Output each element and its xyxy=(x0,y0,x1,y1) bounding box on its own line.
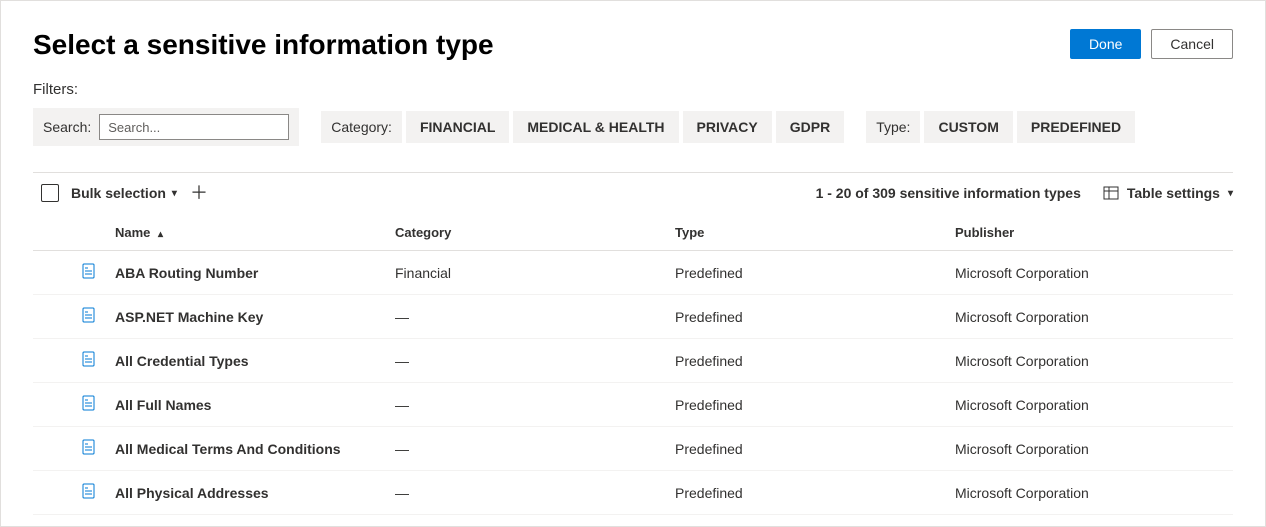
chevron-down-icon: ▾ xyxy=(1228,188,1233,199)
row-type: Predefined xyxy=(667,251,947,295)
row-name: All Credential Types xyxy=(107,339,387,383)
type-label: Type: xyxy=(866,111,920,143)
row-category: — xyxy=(387,427,667,471)
type-pills: CUSTOM PREDEFINED xyxy=(924,111,1135,143)
page-title: Select a sensitive information type xyxy=(33,29,494,61)
col-header-name[interactable]: Name ▴ xyxy=(107,215,387,251)
row-publisher: Microsoft Corporation xyxy=(947,383,1233,427)
pagination-count: 1 - 20 of 309 sensitive information type… xyxy=(816,185,1081,201)
bulk-selection-label: Bulk selection xyxy=(71,185,166,201)
filters-section: Filters: Search: Category: FINANCIAL MED… xyxy=(1,81,1265,160)
document-icon xyxy=(81,351,97,367)
table-row[interactable]: All Medical Terms And Conditions—Predefi… xyxy=(33,427,1233,471)
row-category: — xyxy=(387,295,667,339)
row-publisher: Microsoft Corporation xyxy=(947,251,1233,295)
category-label: Category: xyxy=(321,111,402,143)
row-name: All Medical Terms And Conditions xyxy=(107,427,387,471)
table-row[interactable]: ASP.NET Machine Key—PredefinedMicrosoft … xyxy=(33,295,1233,339)
filter-search-group: Search: xyxy=(33,108,299,146)
row-select-cell[interactable] xyxy=(33,339,73,383)
category-pill-medical[interactable]: MEDICAL & HEALTH xyxy=(513,111,678,143)
row-type: Predefined xyxy=(667,471,947,515)
sort-ascending-icon: ▴ xyxy=(158,229,163,240)
row-type: Predefined xyxy=(667,427,947,471)
table-toolbar: Bulk selection ▾ ＋ 1 - 20 of 309 sensiti… xyxy=(1,173,1265,209)
row-publisher: Microsoft Corporation xyxy=(947,339,1233,383)
category-pill-financial[interactable]: FINANCIAL xyxy=(406,111,509,143)
row-name: ABA Routing Number xyxy=(107,251,387,295)
select-all-checkbox[interactable] xyxy=(41,184,59,202)
document-icon xyxy=(81,483,97,499)
toolbar-left: Bulk selection ▾ ＋ xyxy=(41,183,209,203)
row-icon-cell xyxy=(73,383,107,427)
row-select-cell[interactable] xyxy=(33,295,73,339)
col-header-category[interactable]: Category xyxy=(387,215,667,251)
row-type: Predefined xyxy=(667,339,947,383)
type-pill-predefined[interactable]: PREDEFINED xyxy=(1017,111,1135,143)
row-publisher: Microsoft Corporation xyxy=(947,427,1233,471)
row-select-cell[interactable] xyxy=(33,383,73,427)
results-table: Name ▴ Category Type Publisher ABA Routi… xyxy=(33,215,1233,515)
add-button[interactable]: ＋ xyxy=(189,183,209,203)
row-select-cell[interactable] xyxy=(33,427,73,471)
plus-icon: ＋ xyxy=(190,184,208,202)
filter-type-group: Type: CUSTOM PREDEFINED xyxy=(866,111,1135,143)
type-pill-custom[interactable]: CUSTOM xyxy=(924,111,1012,143)
document-icon xyxy=(81,439,97,455)
category-pill-gdpr[interactable]: GDPR xyxy=(776,111,844,143)
table-settings-icon xyxy=(1103,185,1119,201)
document-icon xyxy=(81,307,97,323)
table-header-row: Name ▴ Category Type Publisher xyxy=(33,215,1233,251)
dialog-window: Select a sensitive information type Done… xyxy=(0,0,1266,527)
cancel-button[interactable]: Cancel xyxy=(1151,29,1233,59)
row-category: — xyxy=(387,339,667,383)
document-icon xyxy=(81,263,97,279)
chevron-down-icon: ▾ xyxy=(172,188,177,199)
filter-row: Search: Category: FINANCIAL MEDICAL & HE… xyxy=(33,108,1233,146)
row-icon-cell xyxy=(73,251,107,295)
row-type: Predefined xyxy=(667,383,947,427)
done-button[interactable]: Done xyxy=(1070,29,1141,59)
table-settings-button[interactable]: Table settings ▾ xyxy=(1103,185,1233,201)
row-name: All Full Names xyxy=(107,383,387,427)
col-icon xyxy=(73,215,107,251)
filter-category-group: Category: FINANCIAL MEDICAL & HEALTH PRI… xyxy=(321,111,844,143)
col-header-type[interactable]: Type xyxy=(667,215,947,251)
row-category: Financial xyxy=(387,251,667,295)
row-icon-cell xyxy=(73,339,107,383)
row-type: Predefined xyxy=(667,295,947,339)
table-row[interactable]: All Credential Types—PredefinedMicrosoft… xyxy=(33,339,1233,383)
category-pill-privacy[interactable]: PRIVACY xyxy=(683,111,772,143)
document-icon xyxy=(81,395,97,411)
row-name: All Physical Addresses xyxy=(107,471,387,515)
table-row[interactable]: All Physical Addresses—PredefinedMicroso… xyxy=(33,471,1233,515)
row-icon-cell xyxy=(73,471,107,515)
row-icon-cell xyxy=(73,427,107,471)
row-category: — xyxy=(387,471,667,515)
row-select-cell[interactable] xyxy=(33,251,73,295)
row-select-cell[interactable] xyxy=(33,471,73,515)
filters-label: Filters: xyxy=(33,81,1233,98)
header: Select a sensitive information type Done… xyxy=(1,1,1265,81)
col-select xyxy=(33,215,73,251)
category-pills: FINANCIAL MEDICAL & HEALTH PRIVACY GDPR xyxy=(406,111,844,143)
bulk-selection-dropdown[interactable]: Bulk selection ▾ xyxy=(71,185,177,201)
search-label: Search: xyxy=(43,119,91,135)
search-input[interactable] xyxy=(99,114,289,140)
row-category: — xyxy=(387,383,667,427)
table-row[interactable]: All Full Names—PredefinedMicrosoft Corpo… xyxy=(33,383,1233,427)
col-header-publisher[interactable]: Publisher xyxy=(947,215,1233,251)
row-name: ASP.NET Machine Key xyxy=(107,295,387,339)
header-actions: Done Cancel xyxy=(1070,29,1233,59)
table-settings-label: Table settings xyxy=(1127,185,1220,201)
row-icon-cell xyxy=(73,295,107,339)
row-publisher: Microsoft Corporation xyxy=(947,295,1233,339)
table-row[interactable]: ABA Routing NumberFinancialPredefinedMic… xyxy=(33,251,1233,295)
row-publisher: Microsoft Corporation xyxy=(947,471,1233,515)
toolbar-right: 1 - 20 of 309 sensitive information type… xyxy=(816,185,1233,201)
